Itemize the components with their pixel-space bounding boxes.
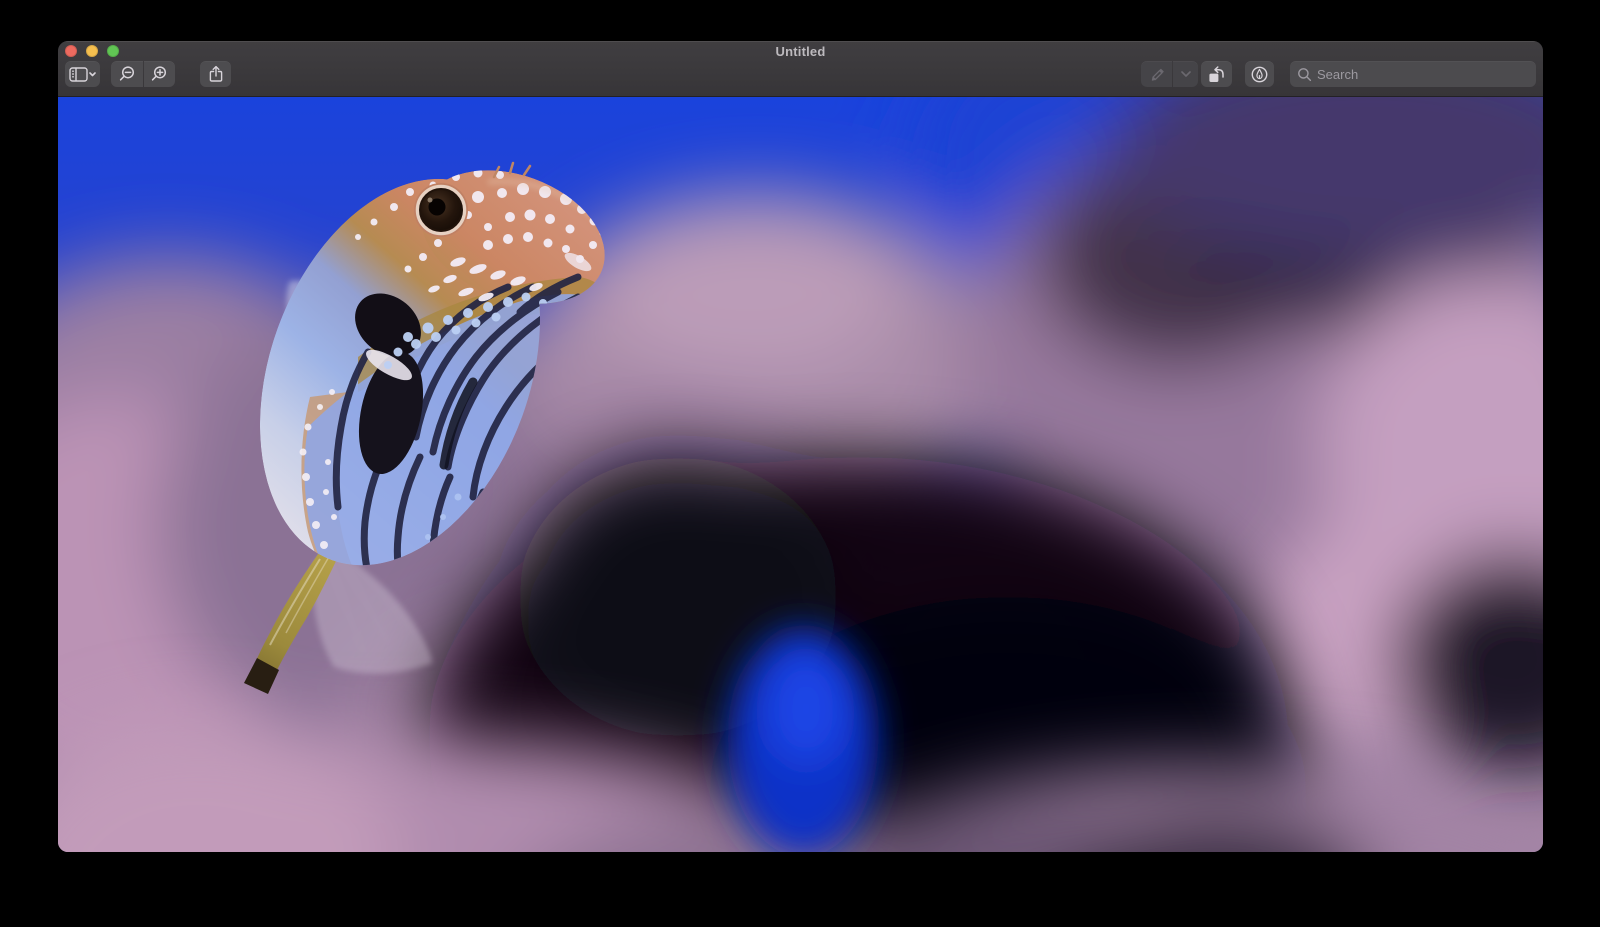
magnifier-minus-icon — [118, 65, 136, 83]
search-input[interactable] — [1317, 67, 1536, 82]
markup-toolbar-button[interactable] — [1245, 61, 1274, 87]
fish-eye — [414, 183, 468, 237]
preview-window: Untitled — [58, 41, 1543, 852]
zoom-in-button[interactable] — [144, 61, 176, 87]
photo-canvas — [58, 97, 1543, 852]
share-button[interactable] — [200, 61, 231, 87]
magnifier-plus-icon — [150, 65, 168, 83]
cave-blue-glow — [728, 627, 878, 852]
chevron-down-icon — [90, 73, 95, 76]
sidebar-toggle-button[interactable] — [65, 61, 100, 87]
pen-nib-circle-icon — [1250, 65, 1269, 84]
rotate-left-button[interactable] — [1201, 61, 1232, 87]
chevron-down-icon — [1181, 71, 1191, 77]
zoom-out-button[interactable] — [111, 61, 143, 87]
window-title: Untitled — [58, 44, 1543, 59]
zoom-buttons — [111, 61, 175, 87]
pencil-icon — [1148, 65, 1166, 83]
markup-pen-button[interactable] — [1141, 61, 1172, 87]
search-field[interactable] — [1290, 61, 1536, 87]
share-icon — [208, 65, 224, 83]
titlebar-toolbar[interactable]: Untitled — [58, 41, 1543, 97]
search-icon — [1297, 67, 1312, 82]
markup-pen-control — [1141, 61, 1198, 87]
markup-pen-menu-button[interactable] — [1173, 61, 1198, 87]
rotate-left-icon — [1207, 65, 1226, 84]
image-view[interactable] — [58, 97, 1543, 852]
sidebar-icon — [69, 67, 96, 82]
